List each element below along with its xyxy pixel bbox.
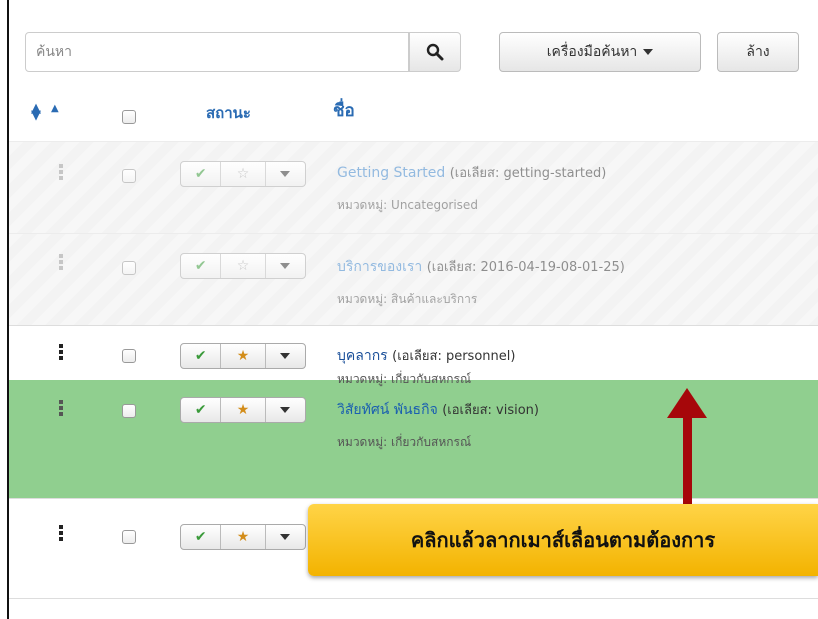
featured-star-icon[interactable]: ★ <box>221 398 266 422</box>
article-category: หมวดหมู่: สินค้าและบริการ <box>337 292 478 306</box>
featured-star-icon[interactable]: ★ <box>221 525 266 549</box>
published-check-icon[interactable]: ✔ <box>181 344 222 368</box>
featured-star-icon[interactable]: ★ <box>221 344 266 368</box>
published-check-icon[interactable]: ✔ <box>181 254 222 278</box>
article-alias: (เอเลียส: personnel) <box>392 349 516 364</box>
caret-down-icon <box>280 534 291 540</box>
search-icon <box>426 43 444 61</box>
caret-down-icon <box>643 49 654 55</box>
search-button[interactable] <box>409 32 461 72</box>
table-row: ✔ ★ บุคลากร (เอเลียส: personnel) หมวดหมู… <box>9 325 818 386</box>
article-title-link[interactable]: Getting Started <box>337 165 445 181</box>
caret-down-icon <box>280 171 291 177</box>
row-checkbox[interactable] <box>122 169 136 183</box>
sort-icon[interactable]: ▲ ▼ <box>31 102 41 122</box>
article-title-line: วิสัยทัศน์ พันธกิจ (เอเลียส: vision) <box>337 399 539 421</box>
actions-dropdown-button[interactable] <box>266 398 305 422</box>
up-arrow-icon <box>667 388 707 418</box>
row-checkbox[interactable] <box>122 349 136 363</box>
drag-handle-icon[interactable] <box>59 400 64 418</box>
search-tools-button[interactable]: เครื่องมือค้นหา <box>499 32 701 72</box>
caret-down-icon <box>280 263 291 269</box>
published-check-icon[interactable]: ✔ <box>181 398 222 422</box>
table-bottom-border <box>9 598 818 599</box>
select-all-checkbox[interactable] <box>122 110 136 124</box>
article-title-line: บุคลากร (เอเลียส: personnel) <box>337 345 515 367</box>
featured-star-icon[interactable]: ☆ <box>221 254 266 278</box>
table-row: ✔ ☆ บริการของเรา (เอเลียส: 2016-04-19-08… <box>9 233 818 325</box>
status-toggle-group: ✔ ★ <box>180 343 306 369</box>
drag-handle-icon[interactable] <box>59 164 64 182</box>
article-alias: (เอเลียส: getting-started) <box>449 166 607 181</box>
article-category: หมวดหมู่: เกี่ยวกับสหกรณ์ <box>337 435 472 449</box>
search-input[interactable] <box>25 32 409 72</box>
status-toggle-group: ✔ ☆ <box>180 253 306 279</box>
drag-handle-icon[interactable] <box>59 254 64 272</box>
featured-star-icon[interactable]: ☆ <box>221 162 266 186</box>
published-check-icon[interactable]: ✔ <box>181 162 222 186</box>
actions-dropdown-button[interactable] <box>266 162 305 186</box>
table-row: ✔ ☆ Getting Started (เอเลียส: getting-st… <box>9 141 818 233</box>
callout-text: คลิกแล้วลากเมาส์เลื่อนตามต้องการ <box>410 528 716 552</box>
actions-dropdown-button[interactable] <box>266 525 305 549</box>
row-checkbox[interactable] <box>122 530 136 544</box>
article-alias: (เอเลียส: vision) <box>442 403 539 418</box>
status-toggle-group: ✔ ★ <box>180 524 306 550</box>
clear-label: ล้าง <box>746 44 770 60</box>
article-title-link[interactable]: บริการของเรา <box>337 259 422 275</box>
drag-handle-icon[interactable] <box>59 344 64 362</box>
article-title-link[interactable]: บุคลากร <box>337 348 388 364</box>
caret-down-icon <box>280 407 291 413</box>
row-checkbox[interactable] <box>122 261 136 275</box>
status-column-header[interactable]: สถานะ <box>206 101 251 125</box>
article-category: หมวดหมู่: Uncategorised <box>337 198 478 212</box>
arrow-shaft <box>683 416 692 504</box>
article-category: หมวดหมู่: เกี่ยวกับสหกรณ์ <box>337 372 472 386</box>
published-check-icon[interactable]: ✔ <box>181 525 222 549</box>
article-alias: (เอเลียส: 2016-04-19-08-01-25) <box>426 260 625 275</box>
table-header: ▲ ▼ ▲ สถานะ ชื่อ <box>9 97 818 137</box>
row-checkbox[interactable] <box>122 404 136 418</box>
article-title-line: บริการของเรา (เอเลียส: 2016-04-19-08-01-… <box>337 256 625 278</box>
drag-handle-icon[interactable] <box>59 525 64 543</box>
status-toggle-group: ✔ ☆ <box>180 161 306 187</box>
search-tools-label: เครื่องมือค้นหา <box>546 44 638 60</box>
sort-ascending-icon[interactable]: ▲ <box>51 103 59 114</box>
article-title-link[interactable]: วิสัยทัศน์ พันธกิจ <box>337 402 438 418</box>
actions-dropdown-button[interactable] <box>266 344 305 368</box>
clear-button[interactable]: ล้าง <box>717 32 799 72</box>
article-title-line: Getting Started (เอเลียส: getting-starte… <box>337 162 606 183</box>
actions-dropdown-button[interactable] <box>266 254 305 278</box>
instruction-callout: คลิกแล้วลากเมาส์เลื่อนตามต้องการ <box>308 504 818 576</box>
caret-down-icon <box>280 353 291 359</box>
status-toggle-group: ✔ ★ <box>180 397 306 423</box>
title-column-header[interactable]: ชื่อ <box>333 97 355 124</box>
